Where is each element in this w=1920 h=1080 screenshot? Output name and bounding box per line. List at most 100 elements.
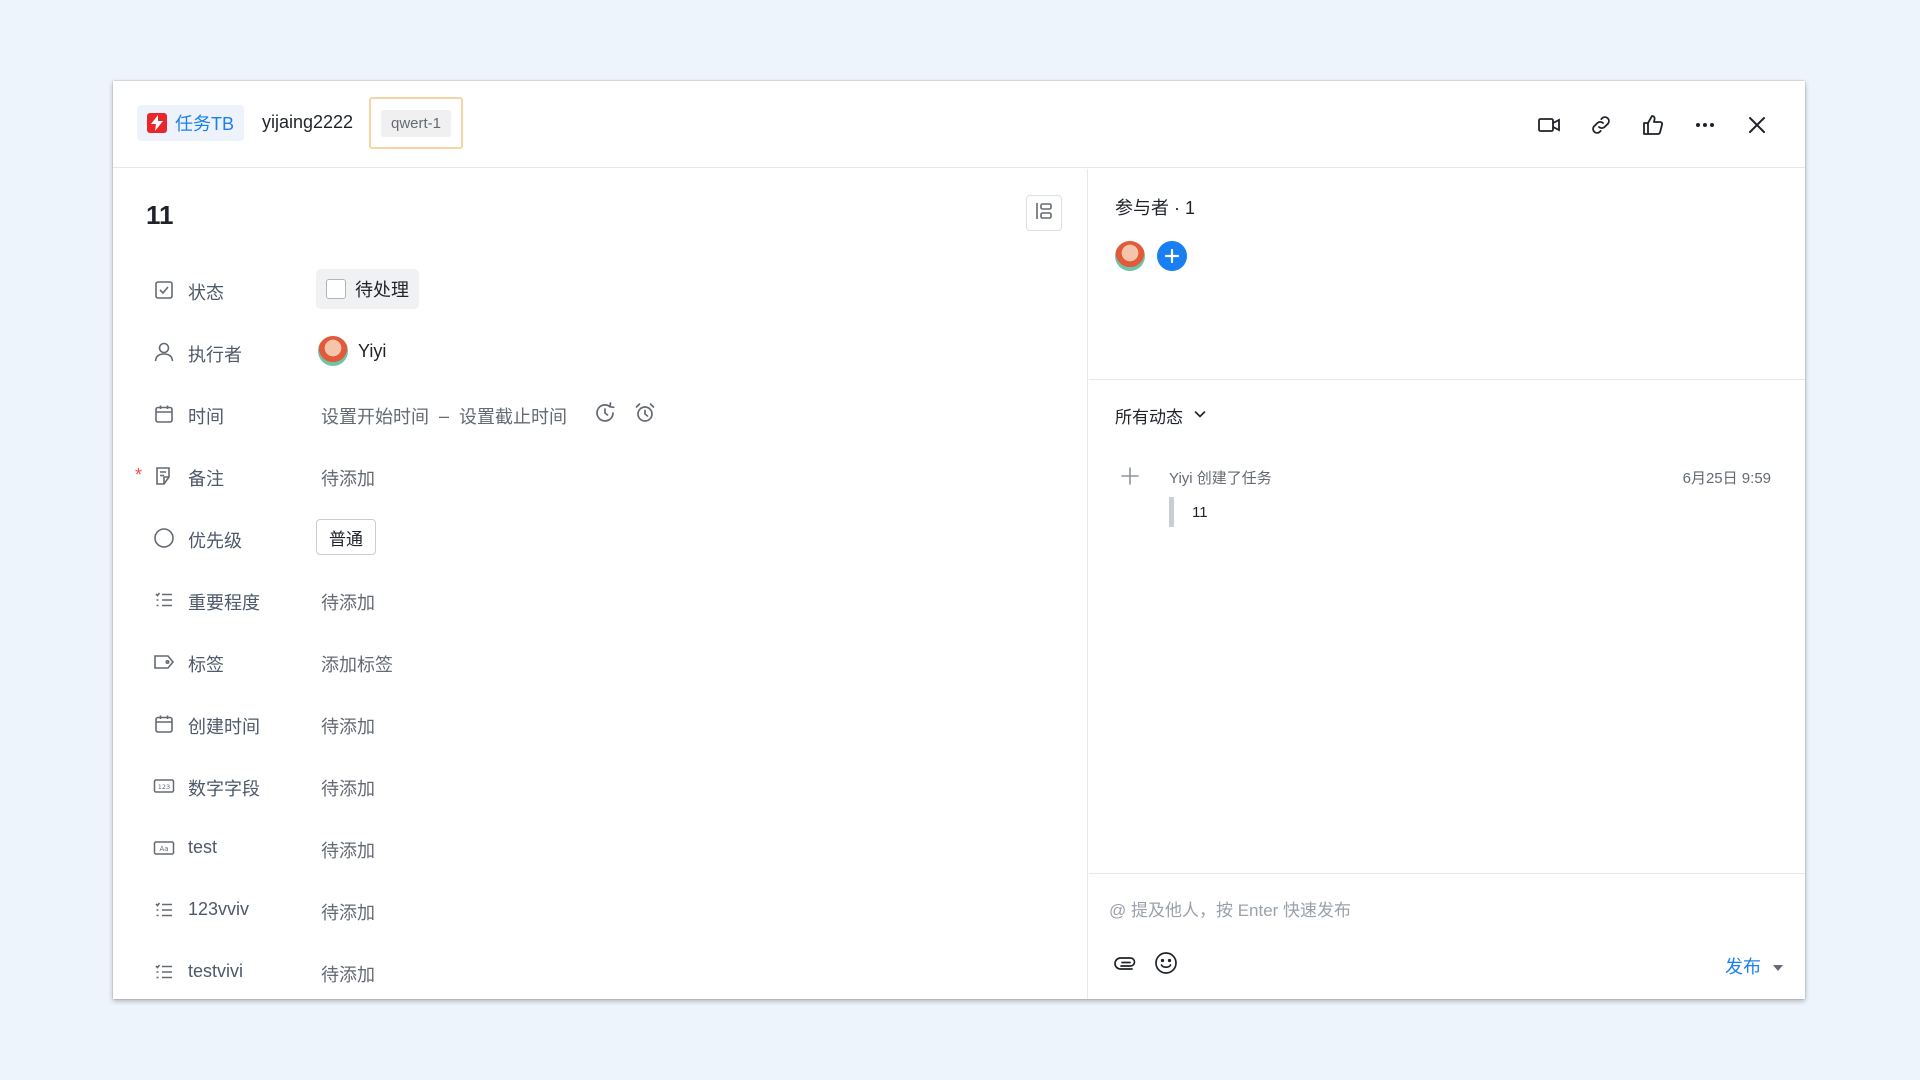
activity-filter-dropdown[interactable]: 所有动态: [1115, 403, 1207, 428]
plus-icon: [1119, 465, 1141, 492]
field-row-number: 123 数字字段 待添加: [113, 761, 1013, 811]
activity-text: Yiyi 创建了任务: [1169, 470, 1272, 487]
tag-icon: [152, 650, 176, 674]
divider: [1089, 379, 1805, 380]
field-row-priority: 优先级 普通: [113, 513, 1013, 563]
list-icon: [152, 898, 176, 922]
created-value[interactable]: 待添加: [321, 713, 375, 739]
required-mark: *: [135, 465, 143, 485]
task-id: qwert-1: [380, 109, 452, 137]
start-time-button[interactable]: 设置开始时间: [321, 403, 429, 429]
add-member-button[interactable]: [1157, 241, 1187, 271]
note-icon: [152, 464, 176, 488]
avatar[interactable]: [1115, 241, 1145, 271]
time-separator: –: [439, 405, 450, 426]
field-row-created: 创建时间 待添加: [113, 699, 1013, 749]
circle-icon: [152, 526, 176, 550]
comment-input[interactable]: [1109, 896, 1749, 926]
dialog-header: 任务TB yijaing2222 qwert-1: [113, 81, 1805, 168]
activity-time: 6月25日 9:59: [1682, 470, 1771, 487]
field-label: 创建时间: [188, 717, 260, 737]
field-row-123vviv: 123vviv 待添加: [113, 885, 1013, 935]
activity-pane: 参与者 · 1 所有动态 Yiyi 创建了任务 6月25日 9:59 11 @ …: [1089, 169, 1805, 999]
field-row-importance: 重要程度 待添加: [113, 575, 1013, 625]
more-icon[interactable]: [1685, 105, 1725, 145]
testvivi-value[interactable]: 待添加: [321, 961, 375, 987]
layout-toggle-button[interactable]: [1026, 195, 1062, 231]
emoji-icon[interactable]: [1153, 950, 1179, 981]
caret-down-icon[interactable]: [1773, 956, 1783, 977]
field-label: 重要程度: [188, 593, 260, 613]
project-chip[interactable]: 任务TB: [137, 105, 245, 141]
user-icon: [152, 340, 176, 364]
checkbox-square-icon: [152, 278, 176, 302]
field-label: 状态: [188, 283, 224, 303]
importance-value[interactable]: 待添加: [321, 589, 375, 615]
field-row-time: 时间 设置开始时间 – 设置截止时间: [113, 389, 1013, 439]
end-time-button[interactable]: 设置截止时间: [459, 403, 567, 429]
publish-button[interactable]: 发布: [1725, 953, 1783, 979]
status-checkbox[interactable]: [326, 279, 346, 299]
close-icon[interactable]: [1737, 105, 1777, 145]
task-id-chip[interactable]: qwert-1: [369, 97, 463, 149]
field-label: 数字字段: [188, 779, 260, 799]
field-row-note: * 备注 待添加: [113, 451, 1013, 501]
note-value[interactable]: 待添加: [321, 465, 375, 491]
status-toggle[interactable]: 待处理: [316, 269, 419, 309]
members-list: [1115, 241, 1187, 271]
calendar-icon: [152, 712, 176, 736]
activity-quote: 11: [1169, 497, 1208, 527]
field-row-test: Aa test 待添加: [113, 823, 1013, 873]
svg-text:123: 123: [158, 783, 170, 791]
chevron-down-icon: [1193, 406, 1207, 426]
field-row-testvivi: testvivi 待添加: [113, 947, 1013, 997]
paperclip-icon[interactable]: [1113, 950, 1139, 981]
priority-select[interactable]: 普通: [316, 519, 376, 555]
field-row-assignee: 执行者 Yiyi: [113, 327, 1013, 377]
svg-text:Aa: Aa: [159, 845, 168, 853]
repeat-icon[interactable]: [593, 401, 617, 430]
field-row-tags: 标签 添加标签: [113, 637, 1013, 687]
outline-icon: [1033, 200, 1055, 227]
divider: [1089, 873, 1805, 874]
activity-filter-label: 所有动态: [1115, 408, 1183, 427]
video-icon[interactable]: [1529, 105, 1569, 145]
activity-item: Yiyi 创建了任务 6月25日 9:59 11: [1115, 463, 1771, 533]
task-fields-pane: 11 状态 待处理 执行者 Yiyi 时间 设置开始时间 – 设置截止时间 * …: [113, 169, 1088, 999]
number-value[interactable]: 待添加: [321, 775, 375, 801]
publish-label: 发布: [1725, 957, 1761, 977]
calendar-icon: [152, 402, 176, 426]
text-field-icon: Aa: [152, 836, 176, 860]
vviv-value[interactable]: 待添加: [321, 899, 375, 925]
list-icon: [152, 960, 176, 984]
field-label: 执行者: [188, 345, 242, 365]
field-label: test: [188, 837, 218, 857]
link-icon[interactable]: [1581, 105, 1621, 145]
assignee-name: Yiyi: [358, 340, 387, 361]
field-label: 备注: [188, 469, 224, 489]
field-label: 优先级: [188, 531, 242, 551]
project-name: 任务TB: [175, 114, 235, 134]
field-label: 标签: [188, 655, 224, 675]
alarm-icon[interactable]: [633, 401, 657, 430]
plus-icon: [1164, 248, 1180, 264]
header-actions: [1529, 105, 1777, 145]
avatar: [318, 336, 348, 366]
list-icon: [152, 588, 176, 612]
number-field-icon: 123: [152, 774, 176, 798]
status-value: 待处理: [355, 280, 409, 300]
task-detail-dialog: 任务TB yijaing2222 qwert-1 11 状态 待处理 执行者 Y…: [113, 81, 1805, 999]
composer-tools: [1113, 950, 1179, 981]
assignee-picker[interactable]: Yiyi: [318, 336, 386, 366]
field-row-status: 状态 待处理: [113, 265, 1013, 315]
thumbs-up-icon[interactable]: [1633, 105, 1673, 145]
lightning-icon: [147, 113, 167, 133]
task-title[interactable]: 11: [146, 200, 174, 231]
org-name[interactable]: yijaing2222: [262, 112, 353, 133]
field-label: testvivi: [188, 961, 244, 981]
time-actions: [593, 401, 657, 430]
add-tag-button[interactable]: 添加标签: [321, 651, 393, 677]
field-label: 123vviv: [188, 899, 250, 919]
test-value[interactable]: 待添加: [321, 837, 375, 863]
time-range: 设置开始时间 – 设置截止时间: [321, 403, 567, 429]
